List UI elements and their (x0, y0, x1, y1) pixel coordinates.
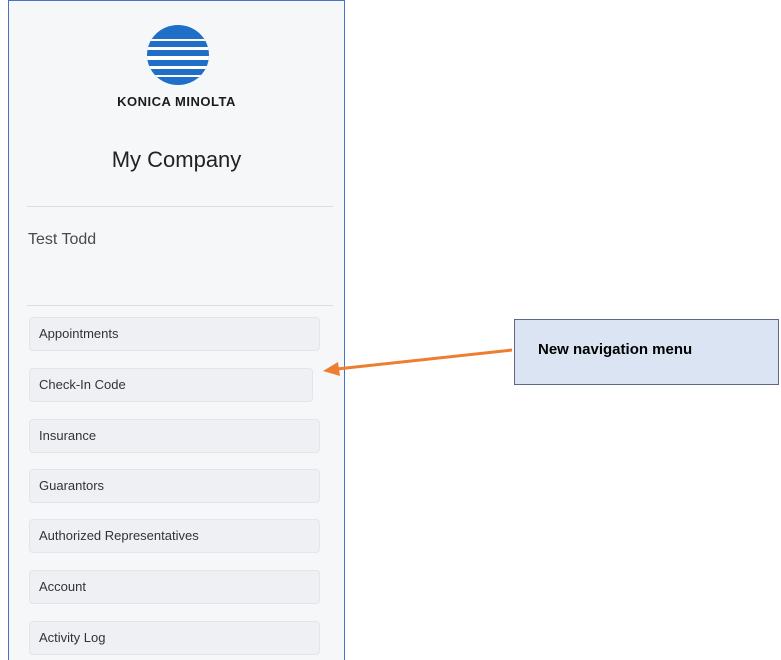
arrow-head-icon (323, 362, 340, 376)
arrow-line (336, 348, 513, 371)
callout-text: New navigation menu (538, 341, 693, 358)
callout-box: New navigation menu (514, 319, 779, 385)
